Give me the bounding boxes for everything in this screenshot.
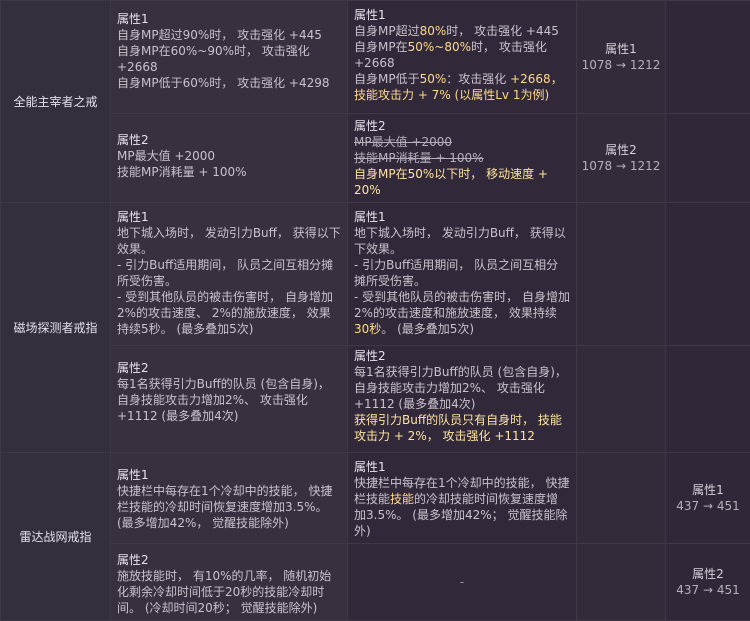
current-attr-cell: 属性2 MP最大值 +2000 技能MP消耗量 + 100% <box>111 114 348 203</box>
attr-line: 施放技能时， 有10%的几率， 随机初始化剩余冷却时间低于20秒的技能冷却时间。… <box>117 568 341 616</box>
stat-title: 属性2 <box>577 142 665 158</box>
attr-title: 属性1 <box>354 459 570 475</box>
item-name: 全能主宰者之戒 <box>1 1 111 203</box>
struck-line: MP最大值 +2000 <box>354 134 570 150</box>
stat-value: 1078 → 1212 <box>577 57 665 73</box>
empty-cell <box>577 203 666 346</box>
table-row: 属性2 MP最大值 +2000 技能MP消耗量 + 100% 属性2 MP最大值… <box>1 114 750 203</box>
stat-title: 属性1 <box>577 41 665 57</box>
empty-cell <box>577 453 666 544</box>
new-attr-cell: 属性1 地下城入场时， 发动引力Buff， 获得以下效果。 - 引力Buff适用… <box>348 203 577 346</box>
attr-line: - 引力Buff适用期间， 队员之间互相分摊所受伤害。 <box>117 257 341 289</box>
new-attr-cell: - <box>348 544 577 621</box>
attr-title: 属性2 <box>117 552 341 568</box>
stat-change-cell: 属性1 1078 → 1212 <box>577 1 666 114</box>
attr-line: 自身MP低于50%：攻击强化 +2668，技能攻击力 + 7% (以属性Lv 1… <box>354 71 570 103</box>
attr-line: 快捷栏中每存在1个冷却中的技能， 快捷栏技能技能的冷却技能时间恢复速度增加3.5… <box>354 475 570 539</box>
new-attr-cell: 属性1 快捷栏中每存在1个冷却中的技能， 快捷栏技能技能的冷却技能时间恢复速度增… <box>348 453 577 544</box>
table-row: 磁场探测者戒指 属性1 地下城入场时， 发动引力Buff， 获得以下效果。 - … <box>1 203 750 346</box>
table-row: 雷达战网戒指 属性1 快捷栏中每存在1个冷却中的技能， 快捷栏技能的冷却时间恢复… <box>1 453 750 544</box>
new-attr-cell: 属性2 MP最大值 +2000 技能MP消耗量 + 100% 自身MP在50%以… <box>348 114 577 203</box>
highlight-line: 自身MP在50%以下时， 移动速度 + 20% <box>354 166 570 198</box>
attr-title: 属性1 <box>354 209 570 225</box>
attr-line: 每1名获得引力Buff的队员 (包含自身)， 自身技能攻击力增加2%、 攻击强化… <box>117 376 341 424</box>
current-attr-cell: 属性1 自身MP超过90%时， 攻击强化 +445 自身MP在60%~90%时，… <box>111 1 348 114</box>
attr-title: 属性1 <box>117 467 341 483</box>
attr-line: 自身MP超过80%时， 攻击强化 +445 <box>354 23 570 39</box>
attr-line: 快捷栏中每存在1个冷却中的技能， 快捷栏技能的冷却时间恢复速度增加3.5%。 (… <box>117 483 341 531</box>
attr-line: - 受到其他队员的被击伤害时， 自身增加2%的攻击速度、 2%的施放速度， 效果… <box>117 289 341 337</box>
attr-line: MP最大值 +2000 <box>117 148 341 164</box>
item-name: 雷达战网戒指 <box>1 453 111 621</box>
stat-title: 属性2 <box>666 566 750 582</box>
stat-change-cell: 属性2 1078 → 1212 <box>577 114 666 203</box>
attr-line: - 受到其他队员的被击伤害时， 自身增加2%的攻击速度和施放速度， 效果持续30… <box>354 289 570 337</box>
attr-line: 地下城入场时， 发动引力Buff， 获得以下效果。 <box>354 225 570 257</box>
attr-line: 每1名获得引力Buff的队员 (包含自身)， 自身技能攻击力增加2%、 攻击强化… <box>354 364 570 412</box>
attr-line: 技能MP消耗量 + 100% <box>117 164 341 180</box>
current-attr-cell: 属性2 每1名获得引力Buff的队员 (包含自身)， 自身技能攻击力增加2%、 … <box>111 346 348 453</box>
stat-value: 437 → 451 <box>666 498 750 514</box>
attr-title: 属性2 <box>117 132 341 148</box>
attr-line: - 引力Buff适用期间， 队员之间互相分摊所受伤害。 <box>354 257 570 289</box>
struck-line: 技能MP消耗量 + 100% <box>354 150 570 166</box>
table-row: 全能主宰者之戒 属性1 自身MP超过90%时， 攻击强化 +445 自身MP在6… <box>1 1 750 114</box>
new-attr-cell: 属性1 自身MP超过80%时， 攻击强化 +445 自身MP在50%~80%时，… <box>348 1 577 114</box>
stat-change-cell: 属性2 437 → 451 <box>666 544 750 621</box>
attr-line: 自身MP低于60%时， 攻击强化 +4298 <box>117 75 341 91</box>
stat-title: 属性1 <box>666 482 750 498</box>
stat-change-cell: 属性1 437 → 451 <box>666 453 750 544</box>
empty-cell <box>666 114 750 203</box>
stat-value: 1078 → 1212 <box>577 158 665 174</box>
table-row: 属性2 每1名获得引力Buff的队员 (包含自身)， 自身技能攻击力增加2%、 … <box>1 346 750 453</box>
empty-cell <box>666 346 750 453</box>
current-attr-cell: 属性2 施放技能时， 有10%的几率， 随机初始化剩余冷却时间低于20秒的技能冷… <box>111 544 348 621</box>
new-attr-cell: 属性2 每1名获得引力Buff的队员 (包含自身)， 自身技能攻击力增加2%、 … <box>348 346 577 453</box>
empty-cell <box>666 203 750 346</box>
attr-line: 地下城入场时， 发动引力Buff， 获得以下效果。 <box>117 225 341 257</box>
attr-title: 属性1 <box>117 11 341 27</box>
ring-comparison-table: 全能主宰者之戒 属性1 自身MP超过90%时， 攻击强化 +445 自身MP在6… <box>0 0 750 621</box>
empty-cell <box>666 1 750 114</box>
current-attr-cell: 属性1 地下城入场时， 发动引力Buff， 获得以下效果。 - 引力Buff适用… <box>111 203 348 346</box>
empty-cell <box>577 544 666 621</box>
attr-title: 属性2 <box>117 360 341 376</box>
attr-title: 属性1 <box>354 7 570 23</box>
stat-value: 437 → 451 <box>666 582 750 598</box>
highlight-line: 获得引力Buff的队员只有自身时， 技能攻击力 + 2%， 攻击强化 +1112 <box>354 412 570 444</box>
attr-line: 自身MP超过90%时， 攻击强化 +445 <box>117 27 341 43</box>
table-row: 属性2 施放技能时， 有10%的几率， 随机初始化剩余冷却时间低于20秒的技能冷… <box>1 544 750 621</box>
attr-title: 属性2 <box>354 118 570 134</box>
empty-cell <box>577 346 666 453</box>
attr-title: 属性2 <box>354 348 570 364</box>
attr-title: 属性1 <box>117 209 341 225</box>
attr-line: 自身MP在50%~80%时， 攻击强化 +2668 <box>354 39 570 71</box>
attr-line: 自身MP在60%~90%时， 攻击强化 +2668 <box>117 43 341 75</box>
item-name: 磁场探测者戒指 <box>1 203 111 453</box>
current-attr-cell: 属性1 快捷栏中每存在1个冷却中的技能， 快捷栏技能的冷却时间恢复速度增加3.5… <box>111 453 348 544</box>
